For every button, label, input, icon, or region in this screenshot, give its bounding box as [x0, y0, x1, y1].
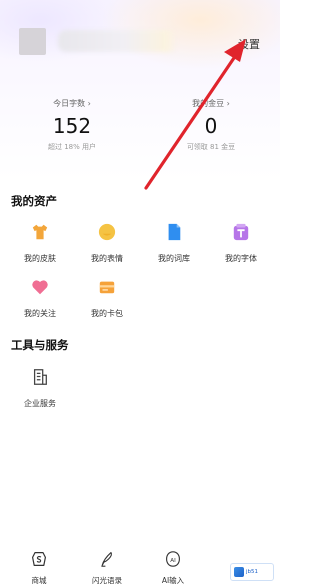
- stat-value: 152: [52, 114, 92, 138]
- lexicon-icon: [168, 223, 181, 241]
- tools-title: 工具与服务: [11, 338, 69, 352]
- stat-today-words[interactable]: 今日字数 › 152 超过 18% 用户: [27, 98, 117, 152]
- asset-label: 我的字体: [225, 254, 257, 263]
- watermark-text: jb51: [246, 569, 259, 575]
- stat-gold-beans[interactable]: 我的金豆 › 0 可领取 81 金豆: [166, 98, 256, 152]
- asset-label: 我的表情: [91, 254, 123, 263]
- ai-input-icon: AI: [166, 551, 180, 567]
- bottom-nav: 商城 闪光语录 AI AI输入 jb51: [0, 541, 280, 587]
- asset-item-emoji[interactable]: 我的表情: [81, 223, 133, 264]
- stat-label: 今日字数 ›: [53, 99, 91, 108]
- assets-title: 我的资产: [11, 194, 57, 208]
- asset-label: 我的卡包: [91, 309, 123, 318]
- tool-label: 企业服务: [24, 399, 56, 408]
- watermark-logo-mark: [234, 567, 244, 577]
- username-blurred[interactable]: [58, 30, 178, 52]
- profile-page: 设置 今日字数 › 152 超过 18% 用户 我的金豆 › 0 可领取 81 …: [0, 0, 280, 587]
- asset-label: 我的皮肤: [24, 254, 56, 263]
- watermark-logo: jb51: [230, 563, 274, 581]
- emoji-icon: [98, 223, 116, 241]
- quote-icon: [101, 552, 113, 567]
- asset-item-card[interactable]: 我的卡包: [81, 278, 133, 319]
- heart-icon: [32, 280, 48, 295]
- nav-item-store[interactable]: 商城: [14, 551, 64, 586]
- asset-item-lexicon[interactable]: 我的词库: [148, 223, 200, 264]
- card-icon: [99, 281, 115, 294]
- asset-item-font[interactable]: 我的字体: [215, 223, 267, 264]
- nav-item-ai-input[interactable]: AI AI输入: [148, 551, 198, 586]
- asset-label: 我的词库: [158, 254, 190, 263]
- shirt-icon: [32, 224, 48, 240]
- asset-item-follow[interactable]: 我的关注: [14, 278, 66, 319]
- nav-label: 闪光语录: [92, 576, 122, 585]
- font-icon: [233, 223, 249, 241]
- asset-label: 我的关注: [24, 309, 56, 318]
- store-icon: [32, 552, 46, 566]
- tool-item-enterprise[interactable]: 企业服务: [14, 368, 66, 409]
- stat-value: 0: [204, 114, 218, 138]
- nav-label: 商城: [31, 576, 47, 585]
- stat-sub: 可领取 81 金豆: [186, 143, 236, 151]
- settings-button[interactable]: 设置: [238, 36, 260, 52]
- stat-sub: 超过 18% 用户: [47, 143, 96, 151]
- svg-text:AI: AI: [170, 558, 176, 564]
- stat-label: 我的金豆 ›: [192, 99, 230, 108]
- nav-item-quotes[interactable]: 闪光语录: [82, 551, 132, 586]
- enterprise-icon: [33, 369, 47, 385]
- avatar[interactable]: [19, 28, 46, 55]
- asset-item-skin[interactable]: 我的皮肤: [14, 223, 66, 264]
- nav-label: AI输入: [161, 576, 185, 585]
